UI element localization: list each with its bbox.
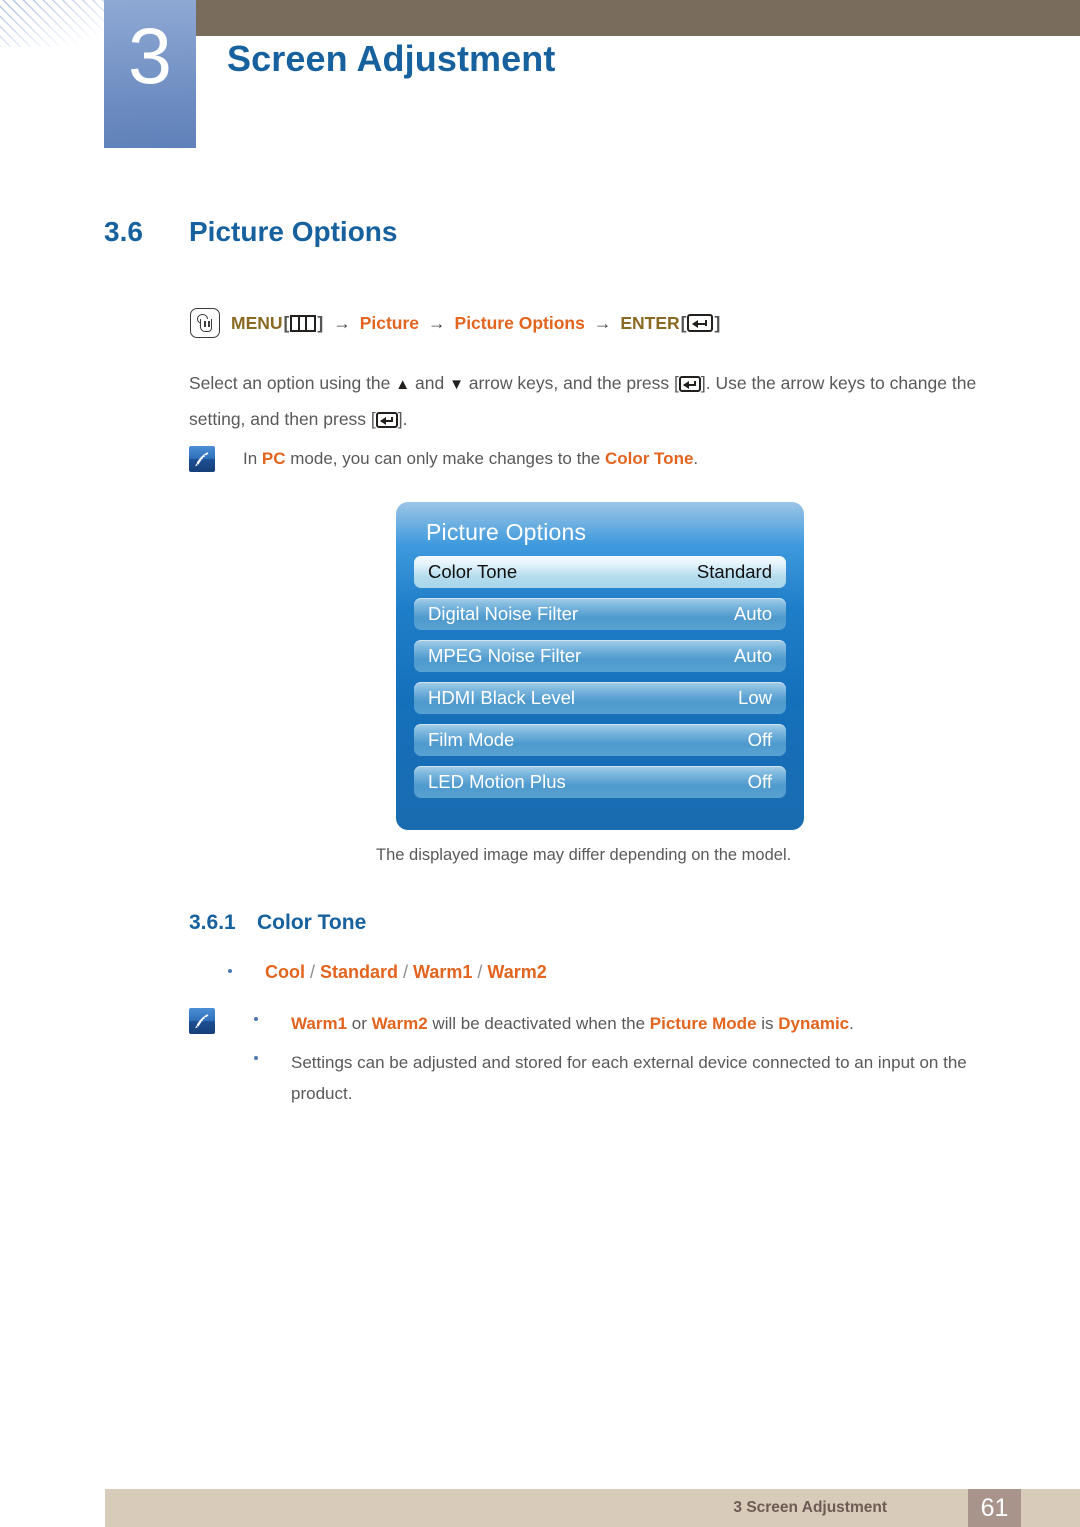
note-keyword-color-tone: Color Tone: [604, 449, 694, 468]
osd-caption: The displayed image may differ depending…: [376, 846, 792, 864]
osd-row-value: Low: [738, 687, 772, 708]
nav-step-picture: Picture: [359, 312, 420, 333]
note-keyword-picture-mode: Picture Mode: [649, 1014, 757, 1033]
footer-chapter-label: 3 Screen Adjustment: [733, 1489, 975, 1527]
osd-row-value: Auto: [733, 603, 772, 624]
instruction-part-3: arrow keys, and the press [: [463, 373, 679, 393]
down-arrow-icon: ▼: [449, 376, 464, 393]
section-number: 3.6: [104, 216, 143, 247]
osd-row-value: Off: [747, 729, 772, 750]
osd-row-label: LED Motion Plus: [428, 771, 566, 792]
up-arrow-icon: ▲: [395, 376, 411, 393]
note-middle: mode, you can only make changes to the: [285, 449, 605, 468]
nav-arrow-3: →: [593, 312, 612, 333]
osd-row-value: Auto: [733, 645, 772, 666]
osd-row-hdmi-black-level[interactable]: HDMI Black Level Low: [414, 682, 786, 714]
enter-return-icon-inline-1: [678, 376, 701, 392]
subsection-title: Color Tone: [257, 911, 367, 934]
osd-title: Picture Options: [426, 519, 587, 545]
option-warm2: Warm2: [487, 962, 547, 982]
note-suffix: .: [693, 449, 699, 468]
nav-enter-label: ENTER: [620, 312, 680, 333]
osd-row-label: MPEG Noise Filter: [428, 645, 582, 666]
bracket-close-menu: ]: [317, 312, 324, 333]
chapter-title: Screen Adjustment: [227, 38, 556, 79]
note-keyword-warm2: Warm2: [371, 1014, 428, 1033]
note-mid-3: is: [756, 1014, 779, 1033]
note-pen-icon: [189, 1008, 215, 1034]
option-separator-1: /: [310, 962, 316, 982]
osd-menu-screenshot: Picture Options Color Tone Standard Digi…: [396, 502, 804, 830]
nav-step-picture-options: Picture Options: [454, 312, 585, 333]
instruction-part-1: Select an option using the: [189, 373, 396, 393]
nav-menu-label: MENU: [231, 312, 283, 333]
option-separator-3: /: [477, 962, 483, 982]
note-item-settings-stored: Settings can be adjusted and stored for …: [243, 1047, 991, 1109]
option-standard: Standard: [320, 962, 399, 982]
hand-pointer-icon: [190, 308, 220, 338]
enter-return-icon-inline-2: [375, 412, 398, 428]
subsection-heading: 3.6.1 Color Tone: [189, 911, 366, 935]
chapter-number-tab: 3: [104, 0, 196, 148]
header-brown-bar: [196, 0, 1080, 36]
bracket-close-enter: ]: [714, 312, 721, 333]
bracket-open-enter: [: [680, 312, 687, 333]
chapter-number: 3: [128, 11, 172, 100]
osd-row-digital-noise-filter[interactable]: Digital Noise Filter Auto: [414, 598, 786, 630]
note-keyword-warm1: Warm1: [291, 1014, 348, 1033]
bracket-open-menu: [: [283, 312, 290, 333]
osd-row-led-motion-plus[interactable]: LED Motion Plus Off: [414, 766, 786, 798]
page-number-badge: 61: [968, 1489, 1021, 1527]
osd-row-label: Film Mode: [428, 729, 515, 750]
bullet-icon: [254, 1017, 258, 1021]
osd-row-film-mode[interactable]: Film Mode Off: [414, 724, 786, 756]
instruction-part-2: and: [410, 373, 450, 393]
section-heading: 3.6 Picture Options: [104, 216, 397, 248]
note-mid-2: will be deactivated when the: [427, 1014, 650, 1033]
osd-row-color-tone[interactable]: Color Tone Standard: [414, 556, 786, 588]
note-pc-mode-text: In PC mode, you can only make changes to…: [243, 446, 698, 472]
osd-row-value: Off: [747, 771, 772, 792]
menu-bars-icon: [290, 314, 317, 332]
note-pen-glyph: [195, 452, 209, 467]
note-item-text: Settings can be adjusted and stored for …: [291, 1053, 967, 1103]
instruction-paragraph: Select an option using the ▲ and ▼ arrow…: [189, 366, 1019, 436]
notes-list: Warm1 or Warm2 will be deactivated when …: [243, 1008, 991, 1117]
nav-arrow-2: →: [428, 312, 446, 333]
note-end: .: [849, 1014, 854, 1033]
nav-arrow-1: →: [333, 312, 351, 333]
bullet-icon: [254, 1056, 258, 1060]
note-item-warm-deactivated: Warm1 or Warm2 will be deactivated when …: [243, 1008, 991, 1039]
menu-navigation-path: MENU [ ] → Picture → Picture Options → E…: [190, 308, 721, 338]
instruction-part-5: ].: [397, 409, 408, 429]
color-tone-options-list: Cool / Standard / Warm1 / Warm2: [228, 962, 547, 983]
osd-row-label: HDMI Black Level: [428, 687, 576, 708]
option-cool: Cool: [265, 962, 305, 982]
note-keyword-pc: PC: [261, 449, 286, 468]
osd-row-mpeg-noise-filter[interactable]: MPEG Noise Filter Auto: [414, 640, 786, 672]
notes-block-bottom: Warm1 or Warm2 will be deactivated when …: [189, 1008, 991, 1117]
decorative-hatch-pattern: [0, 0, 104, 47]
subsection-number: 3.6.1: [189, 911, 236, 934]
option-warm1: Warm1: [413, 962, 473, 982]
footer-label-text: 3 Screen Adjustment: [733, 1499, 887, 1516]
note-keyword-dynamic: Dynamic: [778, 1014, 850, 1033]
osd-row-label: Digital Noise Filter: [428, 603, 579, 624]
note-pen-icon: [189, 446, 215, 472]
option-separator-2: /: [403, 962, 409, 982]
section-title: Picture Options: [189, 216, 398, 247]
note-pen-glyph: [195, 1014, 209, 1029]
note-item-text: Warm1 or Warm2 will be deactivated when …: [291, 1008, 991, 1039]
note-prefix: In: [243, 449, 262, 468]
note-pc-mode: In PC mode, you can only make changes to…: [189, 446, 698, 472]
note-mid-1: or: [347, 1014, 372, 1033]
enter-return-icon: [687, 314, 714, 332]
osd-row-label: Color Tone: [428, 561, 518, 582]
bullet-icon: [228, 969, 232, 973]
osd-row-value: Standard: [696, 561, 772, 582]
